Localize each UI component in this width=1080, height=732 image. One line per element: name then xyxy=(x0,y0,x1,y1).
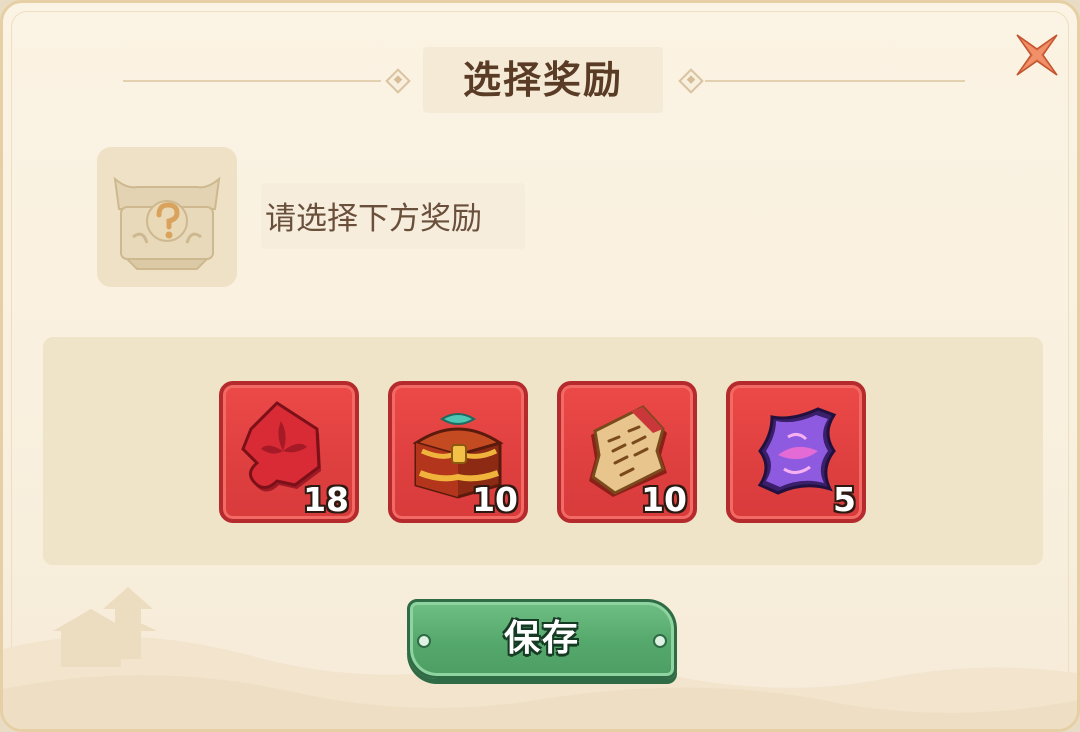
title-divider-right xyxy=(705,80,965,82)
reward-item-1[interactable]: 18 xyxy=(219,381,359,523)
diamond-ornament-left xyxy=(385,68,411,94)
reward-quantity: 10 xyxy=(472,480,518,519)
reward-item-4[interactable]: 5 xyxy=(726,381,866,523)
reward-quantity: 10 xyxy=(641,480,687,519)
mystery-chest-icon xyxy=(113,176,221,270)
title-bar: 选择奖励 xyxy=(3,43,1077,119)
close-x-icon xyxy=(1016,34,1058,76)
prompt-text: 请选择下方奖励 xyxy=(265,201,482,237)
reward-quantity: 5 xyxy=(833,480,856,519)
chest-thumbnail xyxy=(97,147,237,287)
title-divider-left xyxy=(123,80,381,82)
reward-selection-dialog: 选择奖励 请选择下方奖励 18 10 10 5 保存 xyxy=(0,0,1080,732)
reward-item-2[interactable]: 10 xyxy=(388,381,528,523)
pagoda-silhouette xyxy=(53,587,157,667)
dialog-title: 选择奖励 xyxy=(462,58,623,102)
reward-quantity: 18 xyxy=(303,480,349,519)
save-button-label: 保存 xyxy=(503,618,580,659)
reward-item-3[interactable]: 10 xyxy=(557,381,697,523)
diamond-ornament-right xyxy=(678,68,704,94)
save-button[interactable]: 保存 xyxy=(407,599,677,683)
reward-panel xyxy=(43,337,1043,565)
close-button[interactable] xyxy=(1011,29,1063,81)
